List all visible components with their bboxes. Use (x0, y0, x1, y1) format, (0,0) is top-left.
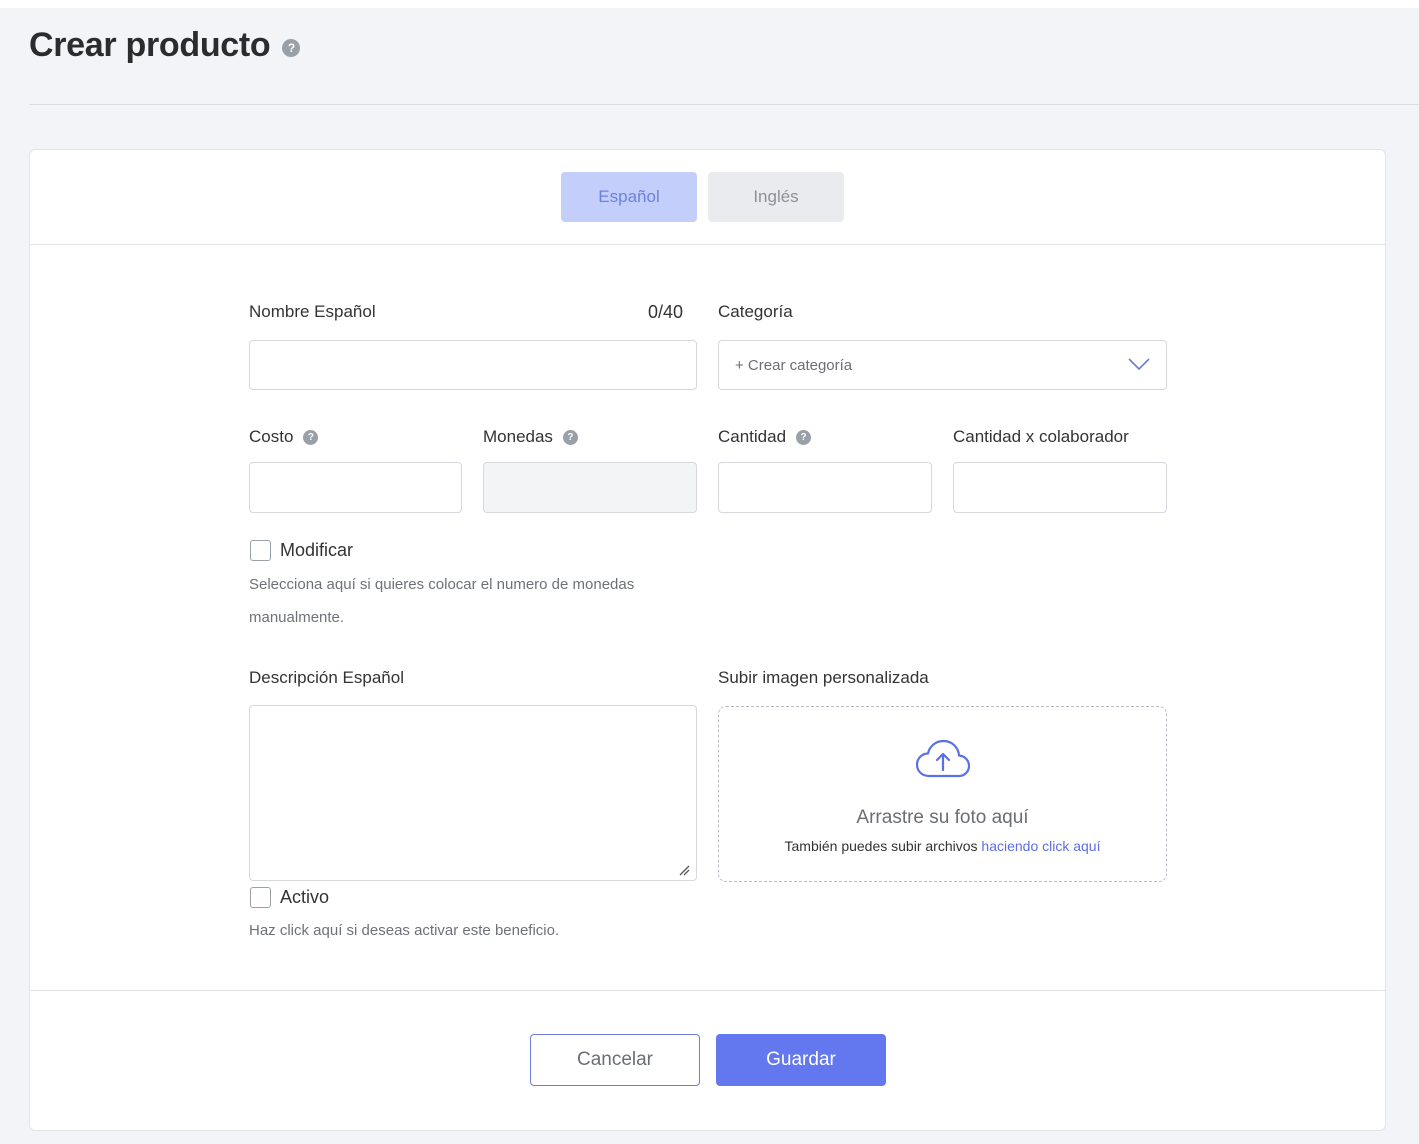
product-form-card: Español Inglés Nombre Español 0/40 Categ… (29, 149, 1386, 1131)
page-title-text: Crear producto (29, 26, 271, 64)
language-tabs: Español Inglés (30, 150, 1385, 245)
tab-spanish[interactable]: Español (561, 172, 697, 222)
dropzone-subtitle-text: También puedes subir archivos (784, 838, 978, 854)
dropzone-title: Arrastre su foto aquí (856, 807, 1029, 828)
quantity-input[interactable] (718, 462, 932, 513)
quantity-label-text: Cantidad (718, 427, 787, 446)
coins-input (483, 462, 697, 513)
quantity-per-collaborator-input[interactable] (953, 462, 1167, 513)
active-checkbox[interactable] (250, 887, 271, 908)
cancel-button[interactable]: Cancelar (530, 1034, 700, 1086)
resize-grip-icon[interactable] (678, 863, 690, 881)
dropzone-subtitle: También puedes subir archivos haciendo c… (719, 838, 1166, 854)
description-label: Descripción Español (249, 668, 404, 687)
image-dropzone[interactable]: Arrastre su foto aquí También puedes sub… (718, 706, 1167, 882)
name-label: Nombre Español (249, 302, 376, 321)
quantity-per-collaborator-label: Cantidad x colaborador (953, 427, 1129, 446)
cost-label-text: Costo (249, 427, 294, 446)
tab-english[interactable]: Inglés (708, 172, 844, 222)
cloud-upload-icon (915, 739, 971, 786)
coins-label-text: Monedas (483, 427, 553, 446)
active-label: Activo (280, 887, 330, 907)
category-selected-value: + Crear categoría (735, 356, 853, 374)
modify-hint-line-1: Selecciona aquí si quieres colocar el nu… (249, 576, 635, 593)
cost-label: Costo ? (249, 427, 319, 447)
page-title: Crear producto ? (29, 26, 301, 65)
save-button[interactable]: Guardar (716, 1034, 886, 1086)
modify-label: Modificar (280, 540, 354, 560)
question-circle-icon[interactable]: ? (282, 38, 301, 57)
name-input[interactable] (249, 340, 697, 390)
name-char-counter: 0/40 (648, 302, 684, 322)
upload-click-link[interactable]: haciendo click aquí (981, 838, 1100, 854)
category-select[interactable]: + Crear categoría (718, 340, 1167, 390)
category-label: Categoría (718, 302, 793, 321)
question-circle-icon[interactable]: ? (562, 429, 578, 445)
modify-hint-line-2: manualmente. (249, 609, 345, 626)
active-hint: Haz click aquí si deseas activar este be… (249, 922, 560, 939)
chevron-down-icon (1128, 357, 1150, 374)
question-circle-icon[interactable]: ? (796, 429, 812, 445)
quantity-label: Cantidad ? (718, 427, 812, 447)
upload-label: Subir imagen personalizada (718, 668, 929, 687)
coins-label: Monedas ? (483, 427, 578, 447)
footer-divider (30, 990, 1385, 991)
modify-checkbox[interactable] (250, 540, 271, 561)
title-divider (29, 104, 1419, 105)
cost-input[interactable] (249, 462, 462, 513)
description-textarea[interactable] (249, 705, 697, 881)
question-circle-icon[interactable]: ? (303, 429, 319, 445)
